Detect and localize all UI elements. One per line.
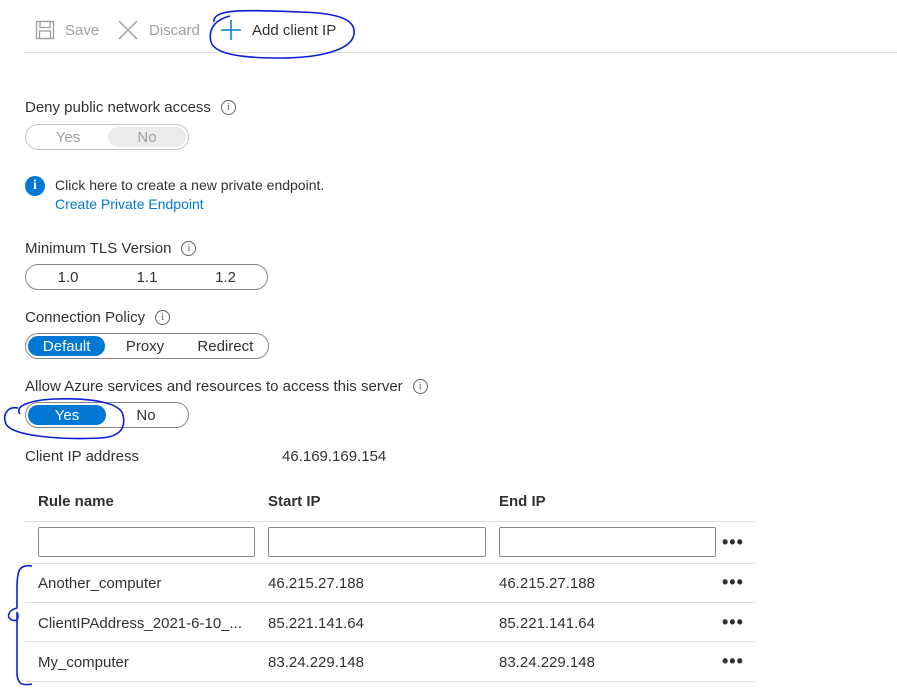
tls-option-1-1[interactable]: 1.1 <box>108 267 186 287</box>
tls-version-toggle: 1.0 1.1 1.2 <box>25 264 268 290</box>
end-ip-cell: 46.215.27.188 <box>499 575 595 592</box>
add-client-ip-label: Add client IP <box>252 21 337 39</box>
column-header-start-ip: Start IP <box>268 493 321 510</box>
table-divider <box>25 602 756 603</box>
end-ip-cell: 85.221.141.64 <box>499 615 595 632</box>
tls-option-1-0[interactable]: 1.0 <box>28 267 108 287</box>
deny-public-yes: Yes <box>55 128 81 146</box>
more-icon[interactable]: ••• <box>722 573 744 591</box>
tls-version-text: Minimum TLS Version <box>25 240 172 257</box>
connection-policy-label: Connection Policy i <box>25 309 171 326</box>
table-divider <box>25 563 756 564</box>
table-divider <box>25 521 756 522</box>
deny-public-access-text: Deny public network access <box>25 99 211 116</box>
deny-public-access-label: Deny public network access i <box>25 99 236 116</box>
more-icon[interactable]: ••• <box>722 533 744 551</box>
more-icon[interactable]: ••• <box>722 652 744 670</box>
connection-policy-text: Connection Policy <box>25 309 146 326</box>
info-icon[interactable]: i <box>220 100 236 115</box>
client-ip-value: 46.169.169.154 <box>282 448 387 465</box>
close-icon <box>118 20 138 40</box>
more-icon[interactable]: ••• <box>722 613 744 631</box>
end-ip-cell: 83.24.229.148 <box>499 654 595 671</box>
discard-label: Discard <box>149 21 200 39</box>
new-start-ip-input[interactable] <box>268 527 486 557</box>
deny-public-access-toggle: Yes No <box>25 124 189 150</box>
column-header-end-ip: End IP <box>499 493 546 510</box>
rule-name-cell: My_computer <box>38 654 129 671</box>
start-ip-cell: 46.215.27.188 <box>268 575 364 592</box>
new-rule-name-input[interactable] <box>38 527 255 557</box>
policy-option-default[interactable]: Default <box>28 336 106 356</box>
azure-services-yes[interactable]: Yes <box>28 405 106 425</box>
plus-icon <box>221 20 241 40</box>
start-ip-cell: 85.221.141.64 <box>268 615 364 632</box>
add-client-ip-button[interactable]: Add client IP <box>221 16 336 44</box>
allow-azure-services-text: Allow Azure services and resources to ac… <box>25 378 403 395</box>
azure-services-no[interactable]: No <box>106 405 186 425</box>
create-private-endpoint-link[interactable]: Create Private Endpoint <box>55 196 204 212</box>
info-icon[interactable]: i <box>412 379 428 394</box>
client-ip-label: Client IP address <box>25 448 139 465</box>
policy-option-redirect[interactable]: Redirect <box>185 336 266 356</box>
info-icon[interactable]: i <box>155 310 171 325</box>
annotation-bracket-rows <box>7 564 33 686</box>
command-bar: Save Discard Add client IP <box>25 0 897 53</box>
rule-name-cell: ClientIPAddress_2021-6-10_... <box>38 615 243 632</box>
allow-azure-services-label: Allow Azure services and resources to ac… <box>25 378 428 395</box>
private-endpoint-text: Click here to create a new private endpo… <box>55 177 325 193</box>
tls-option-1-2[interactable]: 1.2 <box>186 267 265 287</box>
allow-azure-services-toggle: Yes No <box>25 402 189 428</box>
save-button[interactable]: Save <box>35 16 99 44</box>
info-filled-icon: i <box>25 176 45 196</box>
table-divider <box>25 681 756 682</box>
policy-option-proxy[interactable]: Proxy <box>105 336 184 356</box>
save-label: Save <box>65 21 100 39</box>
tls-version-label: Minimum TLS Version i <box>25 240 197 257</box>
column-header-rule-name: Rule name <box>38 493 114 510</box>
table-divider <box>25 641 756 642</box>
deny-public-no: No <box>108 127 186 147</box>
rule-name-cell: Another_computer <box>38 575 162 592</box>
discard-button[interactable]: Discard <box>117 16 200 44</box>
connection-policy-toggle: Default Proxy Redirect <box>25 333 269 359</box>
save-icon <box>35 20 55 40</box>
start-ip-cell: 83.24.229.148 <box>268 654 364 671</box>
info-icon[interactable]: i <box>181 241 197 256</box>
new-end-ip-input[interactable] <box>499 527 716 557</box>
